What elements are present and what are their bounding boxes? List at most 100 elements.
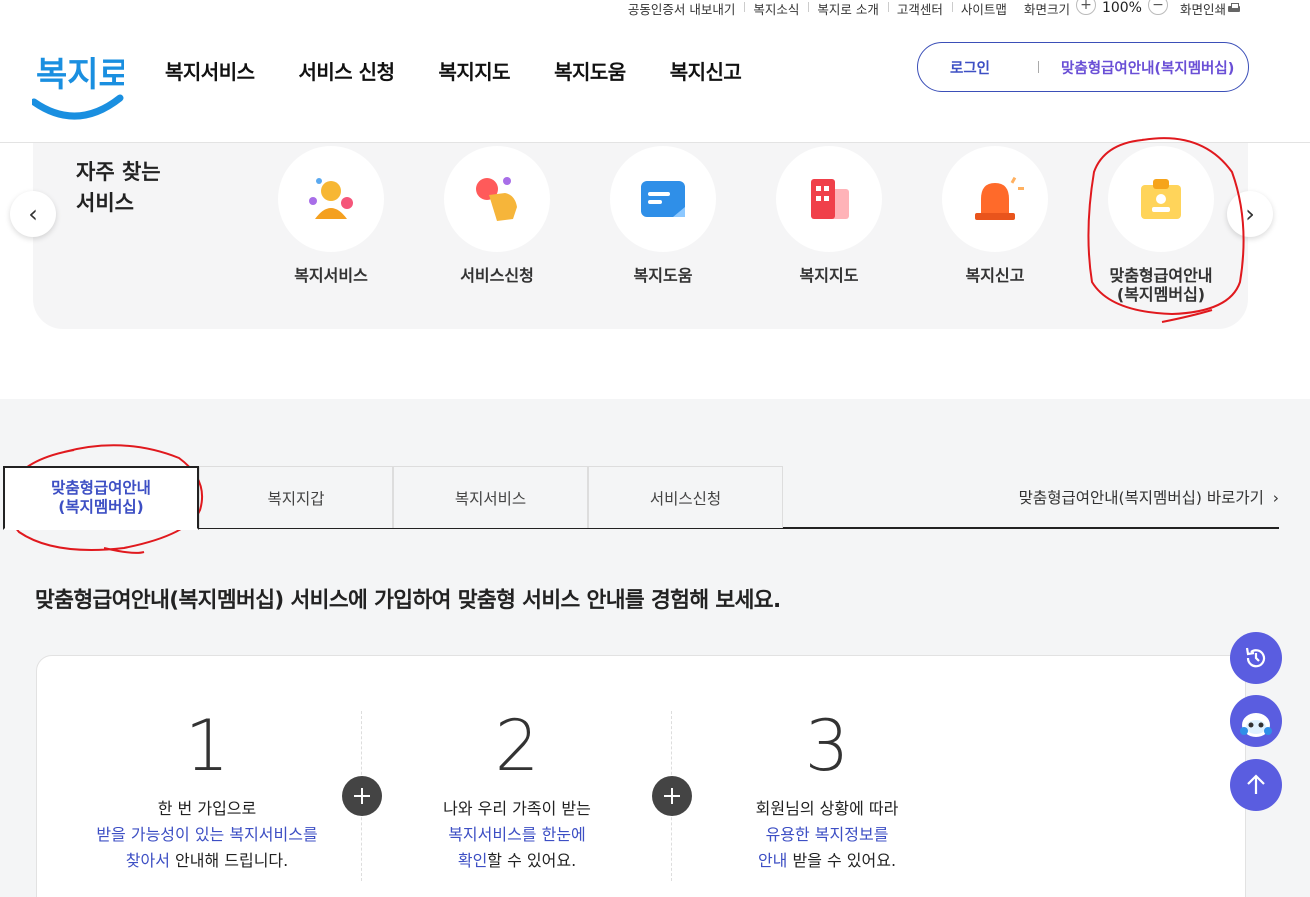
carousel-prev-button[interactable]: ‹ — [10, 191, 56, 237]
tab-label-line2: (복지멤버십) — [58, 498, 144, 516]
people-icon — [278, 146, 384, 252]
quick-item-label: 복지서비스 — [294, 266, 368, 285]
arrow-up-icon — [1247, 774, 1265, 794]
step-text: 나와 우리 가족이 받는 복지서비스를 한눈에 확인할 수 있어요. — [367, 796, 667, 874]
utility-bar: 공동인증서 내보내기 복지소식 복지로 소개 고객센터 사이트맵 화면크기 + … — [619, 0, 1240, 18]
quick-item-label: 맞춤형급여안내 (복지멤버십) — [1091, 266, 1231, 304]
step-line3: 찾아서 안내해 드립니다. — [57, 848, 357, 874]
quick-item-welfare-map[interactable]: 복지지도 — [759, 146, 899, 285]
quick-item-label: 복지도움 — [633, 266, 693, 285]
login-button[interactable]: 로그인 — [950, 57, 990, 78]
step-line2: 받을 가능성이 있는 복지서비스를 — [96, 825, 318, 844]
tab-membership[interactable]: 맞춤형급여안내 (복지멤버십) — [3, 466, 199, 530]
print-button[interactable]: 화면인쇄 — [1180, 0, 1240, 18]
login-membership-box: 로그인 맞춤형급여안내(복지멤버십) — [917, 42, 1249, 92]
step-line1: 회원님의 상황에 따라 — [755, 799, 899, 818]
step-line1: 한 번 가입으로 — [157, 799, 257, 818]
chevron-right-icon: › — [1272, 489, 1279, 507]
step-3: 3 회원님의 상황에 따라 유용한 복지정보를 안내 받을 수 있어요. — [677, 706, 977, 874]
membership-button[interactable]: 맞춤형급여안내(복지멤버십) — [1061, 57, 1234, 78]
map-building-icon — [776, 146, 882, 252]
zoom-in-button[interactable]: + — [1075, 0, 1096, 15]
quick-item-label-line2: (복지멤버십) — [1116, 285, 1206, 304]
hand-touch-icon — [444, 146, 550, 252]
tab-service-apply[interactable]: 서비스신청 — [588, 466, 783, 528]
carousel-next-button[interactable]: › — [1227, 191, 1273, 237]
tab-welfare-service[interactable]: 복지서비스 — [393, 466, 588, 528]
chatbot-button[interactable] — [1230, 695, 1282, 747]
quick-services: 자주 찾는 서비스 복지서비스 서비스신청 복지도움 복지지도 복지신고 맞춤형… — [33, 143, 1248, 329]
step-text: 한 번 가입으로 받을 가능성이 있는 복지서비스를 찾아서 안내해 드립니다. — [57, 796, 357, 874]
chat-bubble-icon — [610, 146, 716, 252]
nav-welfare-report[interactable]: 복지신고 — [670, 56, 742, 85]
step-rest: 할 수 있어요. — [487, 851, 577, 870]
step-highlight: 확인 — [457, 851, 488, 870]
main-nav: 복지서비스 서비스 신청 복지지도 복지도움 복지신고 — [165, 56, 742, 85]
quick-title-line2: 서비스 — [76, 191, 134, 215]
utility-link-about[interactable]: 복지로 소개 — [808, 0, 887, 18]
step-line3: 안내 받을 수 있어요. — [677, 848, 977, 874]
utility-link-certificate[interactable]: 공동인증서 내보내기 — [619, 0, 744, 18]
zoom-label: 화면크기 — [1023, 1, 1070, 17]
step-1: 1 한 번 가입으로 받을 가능성이 있는 복지서비스를 찾아서 안내해 드립니… — [57, 706, 357, 874]
step-text: 회원님의 상황에 따라 유용한 복지정보를 안내 받을 수 있어요. — [677, 796, 977, 874]
logo-text: 복지로 — [36, 55, 124, 95]
chatbot-character-icon — [1240, 713, 1272, 737]
step-rest: 받을 수 있어요. — [787, 851, 897, 870]
membership-shortcut-link[interactable]: 맞춤형급여안내(복지멤버십) 바로가기 › — [1019, 486, 1279, 508]
quick-title-line1: 자주 찾는 — [76, 160, 161, 184]
steps-card: 1 한 번 가입으로 받을 가능성이 있는 복지서비스를 찾아서 안내해 드립니… — [36, 655, 1246, 897]
step-2: 2 나와 우리 가족이 받는 복지서비스를 한눈에 확인할 수 있어요. — [367, 706, 667, 874]
printer-icon — [1228, 3, 1240, 13]
step-number: 3 — [804, 705, 850, 787]
recent-history-button[interactable] — [1230, 632, 1282, 684]
quick-item-label: 서비스신청 — [460, 266, 534, 285]
utility-link-customer-center[interactable]: 고객센터 — [887, 0, 952, 18]
zoom-out-button[interactable]: − — [1147, 0, 1168, 15]
step-line2: 복지서비스를 한눈에 — [448, 825, 586, 844]
divider — [1038, 61, 1040, 73]
chevron-right-icon: › — [1245, 200, 1255, 228]
site-logo[interactable]: 복지로 — [30, 40, 130, 126]
logo-icon: 복지로 — [30, 55, 130, 120]
shortcut-label: 맞춤형급여안내(복지멤버십) 바로가기 — [1018, 489, 1264, 507]
quick-services-title: 자주 찾는 서비스 — [76, 157, 161, 219]
step-rest: 안내해 드립니다. — [169, 851, 289, 870]
step-line2: 유용한 복지정보를 — [765, 825, 889, 844]
membership-section: 맞춤형급여안내 (복지멤버십) 복지지갑 복지서비스 서비스신청 맞춤형급여안내… — [0, 399, 1310, 897]
nav-welfare-service[interactable]: 복지서비스 — [165, 56, 255, 85]
quick-item-label-line1: 맞춤형급여안내 — [1109, 266, 1213, 285]
siren-icon — [942, 146, 1048, 252]
member-card-icon — [1108, 146, 1214, 252]
scroll-top-button[interactable] — [1230, 759, 1282, 811]
history-icon — [1245, 647, 1266, 668]
quick-item-membership[interactable]: 맞춤형급여안내 (복지멤버십) — [1091, 146, 1231, 304]
header: 복지로 복지서비스 서비스 신청 복지지도 복지도움 복지신고 로그인 맞춤형급… — [0, 16, 1310, 143]
quick-item-label: 복지신고 — [965, 266, 1025, 285]
nav-welfare-help[interactable]: 복지도움 — [554, 56, 626, 85]
utility-links: 공동인증서 내보내기 복지소식 복지로 소개 고객센터 사이트맵 — [619, 0, 1016, 18]
step-number: 2 — [494, 705, 540, 787]
zoom-value: 100% — [1101, 0, 1142, 16]
quick-item-label: 복지지도 — [799, 266, 859, 285]
utility-link-news[interactable]: 복지소식 — [744, 0, 808, 18]
quick-item-service-apply[interactable]: 서비스신청 — [427, 146, 567, 285]
nav-welfare-map[interactable]: 복지지도 — [438, 56, 510, 85]
utility-link-sitemap[interactable]: 사이트맵 — [951, 0, 1016, 18]
zoom-control: 화면크기 + 100% − — [1024, 0, 1168, 18]
section-tabs: 맞춤형급여안내 (복지멤버십) 복지지갑 복지서비스 서비스신청 맞춤형급여안내… — [3, 466, 1279, 530]
quick-item-welfare-report[interactable]: 복지신고 — [925, 146, 1065, 285]
step-line3: 확인할 수 있어요. — [367, 848, 667, 874]
step-highlight: 찾아서 — [125, 851, 170, 870]
tab-welfare-wallet[interactable]: 복지지갑 — [199, 466, 393, 528]
print-label: 화면인쇄 — [1179, 1, 1226, 17]
quick-item-welfare-service[interactable]: 복지서비스 — [261, 146, 401, 285]
step-line1: 나와 우리 가족이 받는 — [443, 799, 591, 818]
step-number: 1 — [184, 705, 230, 787]
section-description: 맞춤형급여안내(복지멤버십) 서비스에 가입하여 맞춤형 서비스 안내를 경험해… — [35, 588, 781, 613]
step-highlight: 안내 — [757, 851, 788, 870]
quick-item-welfare-help[interactable]: 복지도움 — [593, 146, 733, 285]
nav-service-apply[interactable]: 서비스 신청 — [299, 56, 395, 85]
tab-label-line1: 맞춤형급여안내 — [51, 479, 151, 497]
chevron-left-icon: ‹ — [28, 200, 38, 228]
